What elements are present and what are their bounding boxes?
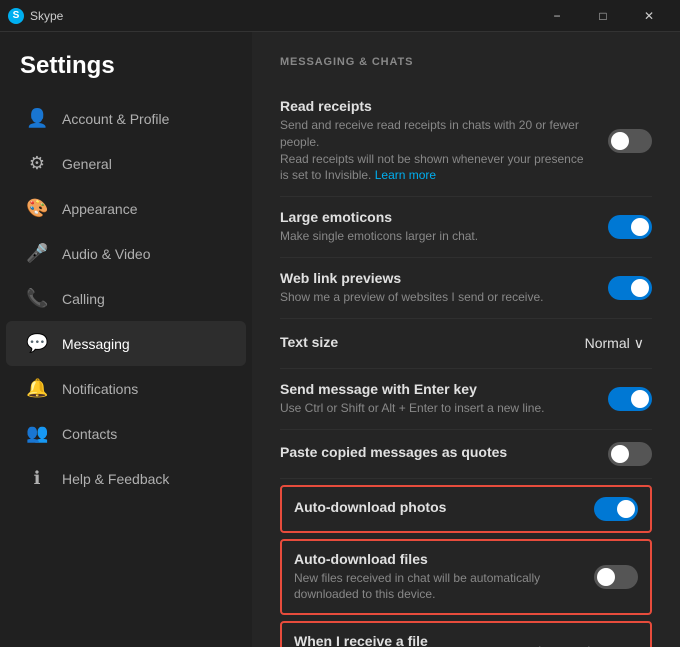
send-enter-toggle[interactable]	[608, 387, 652, 411]
contacts-icon: 👥	[26, 423, 48, 444]
change-directory-button[interactable]: Change Directory	[521, 640, 638, 647]
calling-icon: 📞	[26, 288, 48, 309]
app-title: Skype	[30, 9, 63, 23]
account-icon: 👤	[26, 108, 48, 129]
setting-large-emoticons-info: Large emoticons Make single emoticons la…	[280, 209, 608, 245]
sidebar-item-label-appearance: Appearance	[62, 201, 138, 217]
large-emoticons-toggle[interactable]	[608, 215, 652, 239]
setting-paste-quotes: Paste copied messages as quotes	[280, 430, 652, 479]
general-icon: ⚙	[26, 153, 48, 174]
audio-video-icon: 🎤	[26, 243, 48, 264]
sidebar-item-general[interactable]: ⚙ General	[6, 141, 246, 186]
sidebar-item-messaging[interactable]: 💬 Messaging	[6, 321, 246, 366]
setting-auto-download-photos: Auto-download photos	[280, 485, 652, 533]
sidebar: Settings 👤 Account & Profile ⚙ General 🎨…	[0, 32, 252, 647]
setting-auto-download-photos-title: Auto-download photos	[294, 499, 578, 515]
messaging-icon: 💬	[26, 333, 48, 354]
sidebar-item-appearance[interactable]: 🎨 Appearance	[6, 186, 246, 231]
sidebar-item-audio-video[interactable]: 🎤 Audio & Video	[6, 231, 246, 276]
text-size-value: Normal	[585, 335, 630, 351]
text-size-dropdown[interactable]: Normal ∨	[577, 331, 652, 356]
sidebar-item-label-notifications: Notifications	[62, 381, 138, 397]
setting-send-enter-desc: Use Ctrl or Shift or Alt + Enter to inse…	[280, 400, 592, 417]
titlebar-left: S Skype	[8, 8, 63, 24]
auto-download-photos-toggle[interactable]	[594, 497, 638, 521]
close-button[interactable]: ✕	[626, 0, 672, 32]
sidebar-item-notifications[interactable]: 🔔 Notifications	[6, 366, 246, 411]
setting-when-receive-file-info: When I receive a file Save the file to: …	[294, 633, 521, 647]
setting-read-receipts-desc: Send and receive read receipts in chats …	[280, 117, 592, 184]
main-content: MESSAGING & CHATS Read receipts Send and…	[252, 32, 680, 647]
sidebar-item-label-calling: Calling	[62, 291, 105, 307]
setting-send-enter-info: Send message with Enter key Use Ctrl or …	[280, 381, 608, 417]
sidebar-item-calling[interactable]: 📞 Calling	[6, 276, 246, 321]
setting-web-link-previews-desc: Show me a preview of websites I send or …	[280, 289, 592, 306]
section-label: MESSAGING & CHATS	[280, 56, 652, 68]
sidebar-item-label-messaging: Messaging	[62, 336, 130, 352]
setting-read-receipts-title: Read receipts	[280, 98, 592, 114]
setting-large-emoticons-title: Large emoticons	[280, 209, 592, 225]
setting-send-enter-title: Send message with Enter key	[280, 381, 592, 397]
sidebar-item-label-account: Account & Profile	[62, 111, 169, 127]
sidebar-item-label-help: Help & Feedback	[62, 471, 169, 487]
sidebar-item-account[interactable]: 👤 Account & Profile	[6, 96, 246, 141]
sidebar-item-label-audio-video: Audio & Video	[62, 246, 150, 262]
minimize-button[interactable]: −	[534, 0, 580, 32]
web-link-previews-toggle[interactable]	[608, 276, 652, 300]
setting-large-emoticons-desc: Make single emoticons larger in chat.	[280, 228, 592, 245]
read-receipts-toggle[interactable]	[608, 129, 652, 153]
setting-read-receipts: Read receipts Send and receive read rece…	[280, 86, 652, 197]
setting-text-size: Text size Normal ∨	[280, 319, 652, 369]
setting-web-link-previews-info: Web link previews Show me a preview of w…	[280, 270, 608, 306]
setting-auto-download-photos-info: Auto-download photos	[294, 499, 594, 518]
window-controls: − □ ✕	[534, 0, 672, 32]
sidebar-item-contacts[interactable]: 👥 Contacts	[6, 411, 246, 456]
setting-auto-download-files-info: Auto-download files New files received i…	[294, 551, 594, 604]
setting-when-receive-file: When I receive a file Save the file to: …	[280, 621, 652, 647]
app-icon: S	[8, 8, 24, 24]
text-size-title: Text size	[280, 334, 338, 350]
notifications-icon: 🔔	[26, 378, 48, 399]
paste-quotes-toggle[interactable]	[608, 442, 652, 466]
help-icon: ℹ	[26, 468, 48, 489]
sidebar-item-label-general: General	[62, 156, 112, 172]
settings-title: Settings	[0, 44, 252, 96]
setting-when-receive-file-title: When I receive a file	[294, 633, 505, 647]
maximize-button[interactable]: □	[580, 0, 626, 32]
setting-auto-download-files-title: Auto-download files	[294, 551, 578, 567]
setting-large-emoticons: Large emoticons Make single emoticons la…	[280, 197, 652, 258]
setting-auto-download-files: Auto-download files New files received i…	[280, 539, 652, 616]
app-body: Settings 👤 Account & Profile ⚙ General 🎨…	[0, 32, 680, 647]
sidebar-item-label-contacts: Contacts	[62, 426, 117, 442]
setting-send-enter: Send message with Enter key Use Ctrl or …	[280, 369, 652, 430]
setting-auto-download-files-desc: New files received in chat will be autom…	[294, 570, 578, 604]
setting-read-receipts-info: Read receipts Send and receive read rece…	[280, 98, 608, 184]
setting-web-link-previews: Web link previews Show me a preview of w…	[280, 258, 652, 319]
titlebar: S Skype − □ ✕	[0, 0, 680, 32]
sidebar-item-help[interactable]: ℹ Help & Feedback	[6, 456, 246, 501]
appearance-icon: 🎨	[26, 198, 48, 219]
setting-web-link-previews-title: Web link previews	[280, 270, 592, 286]
setting-paste-quotes-title: Paste copied messages as quotes	[280, 444, 592, 460]
setting-paste-quotes-info: Paste copied messages as quotes	[280, 444, 608, 463]
learn-more-link[interactable]: Learn more	[375, 168, 436, 182]
chevron-down-icon: ∨	[634, 335, 644, 352]
read-receipts-desc-text: Send and receive read receipts in chats …	[280, 118, 579, 149]
auto-download-files-toggle[interactable]	[594, 565, 638, 589]
